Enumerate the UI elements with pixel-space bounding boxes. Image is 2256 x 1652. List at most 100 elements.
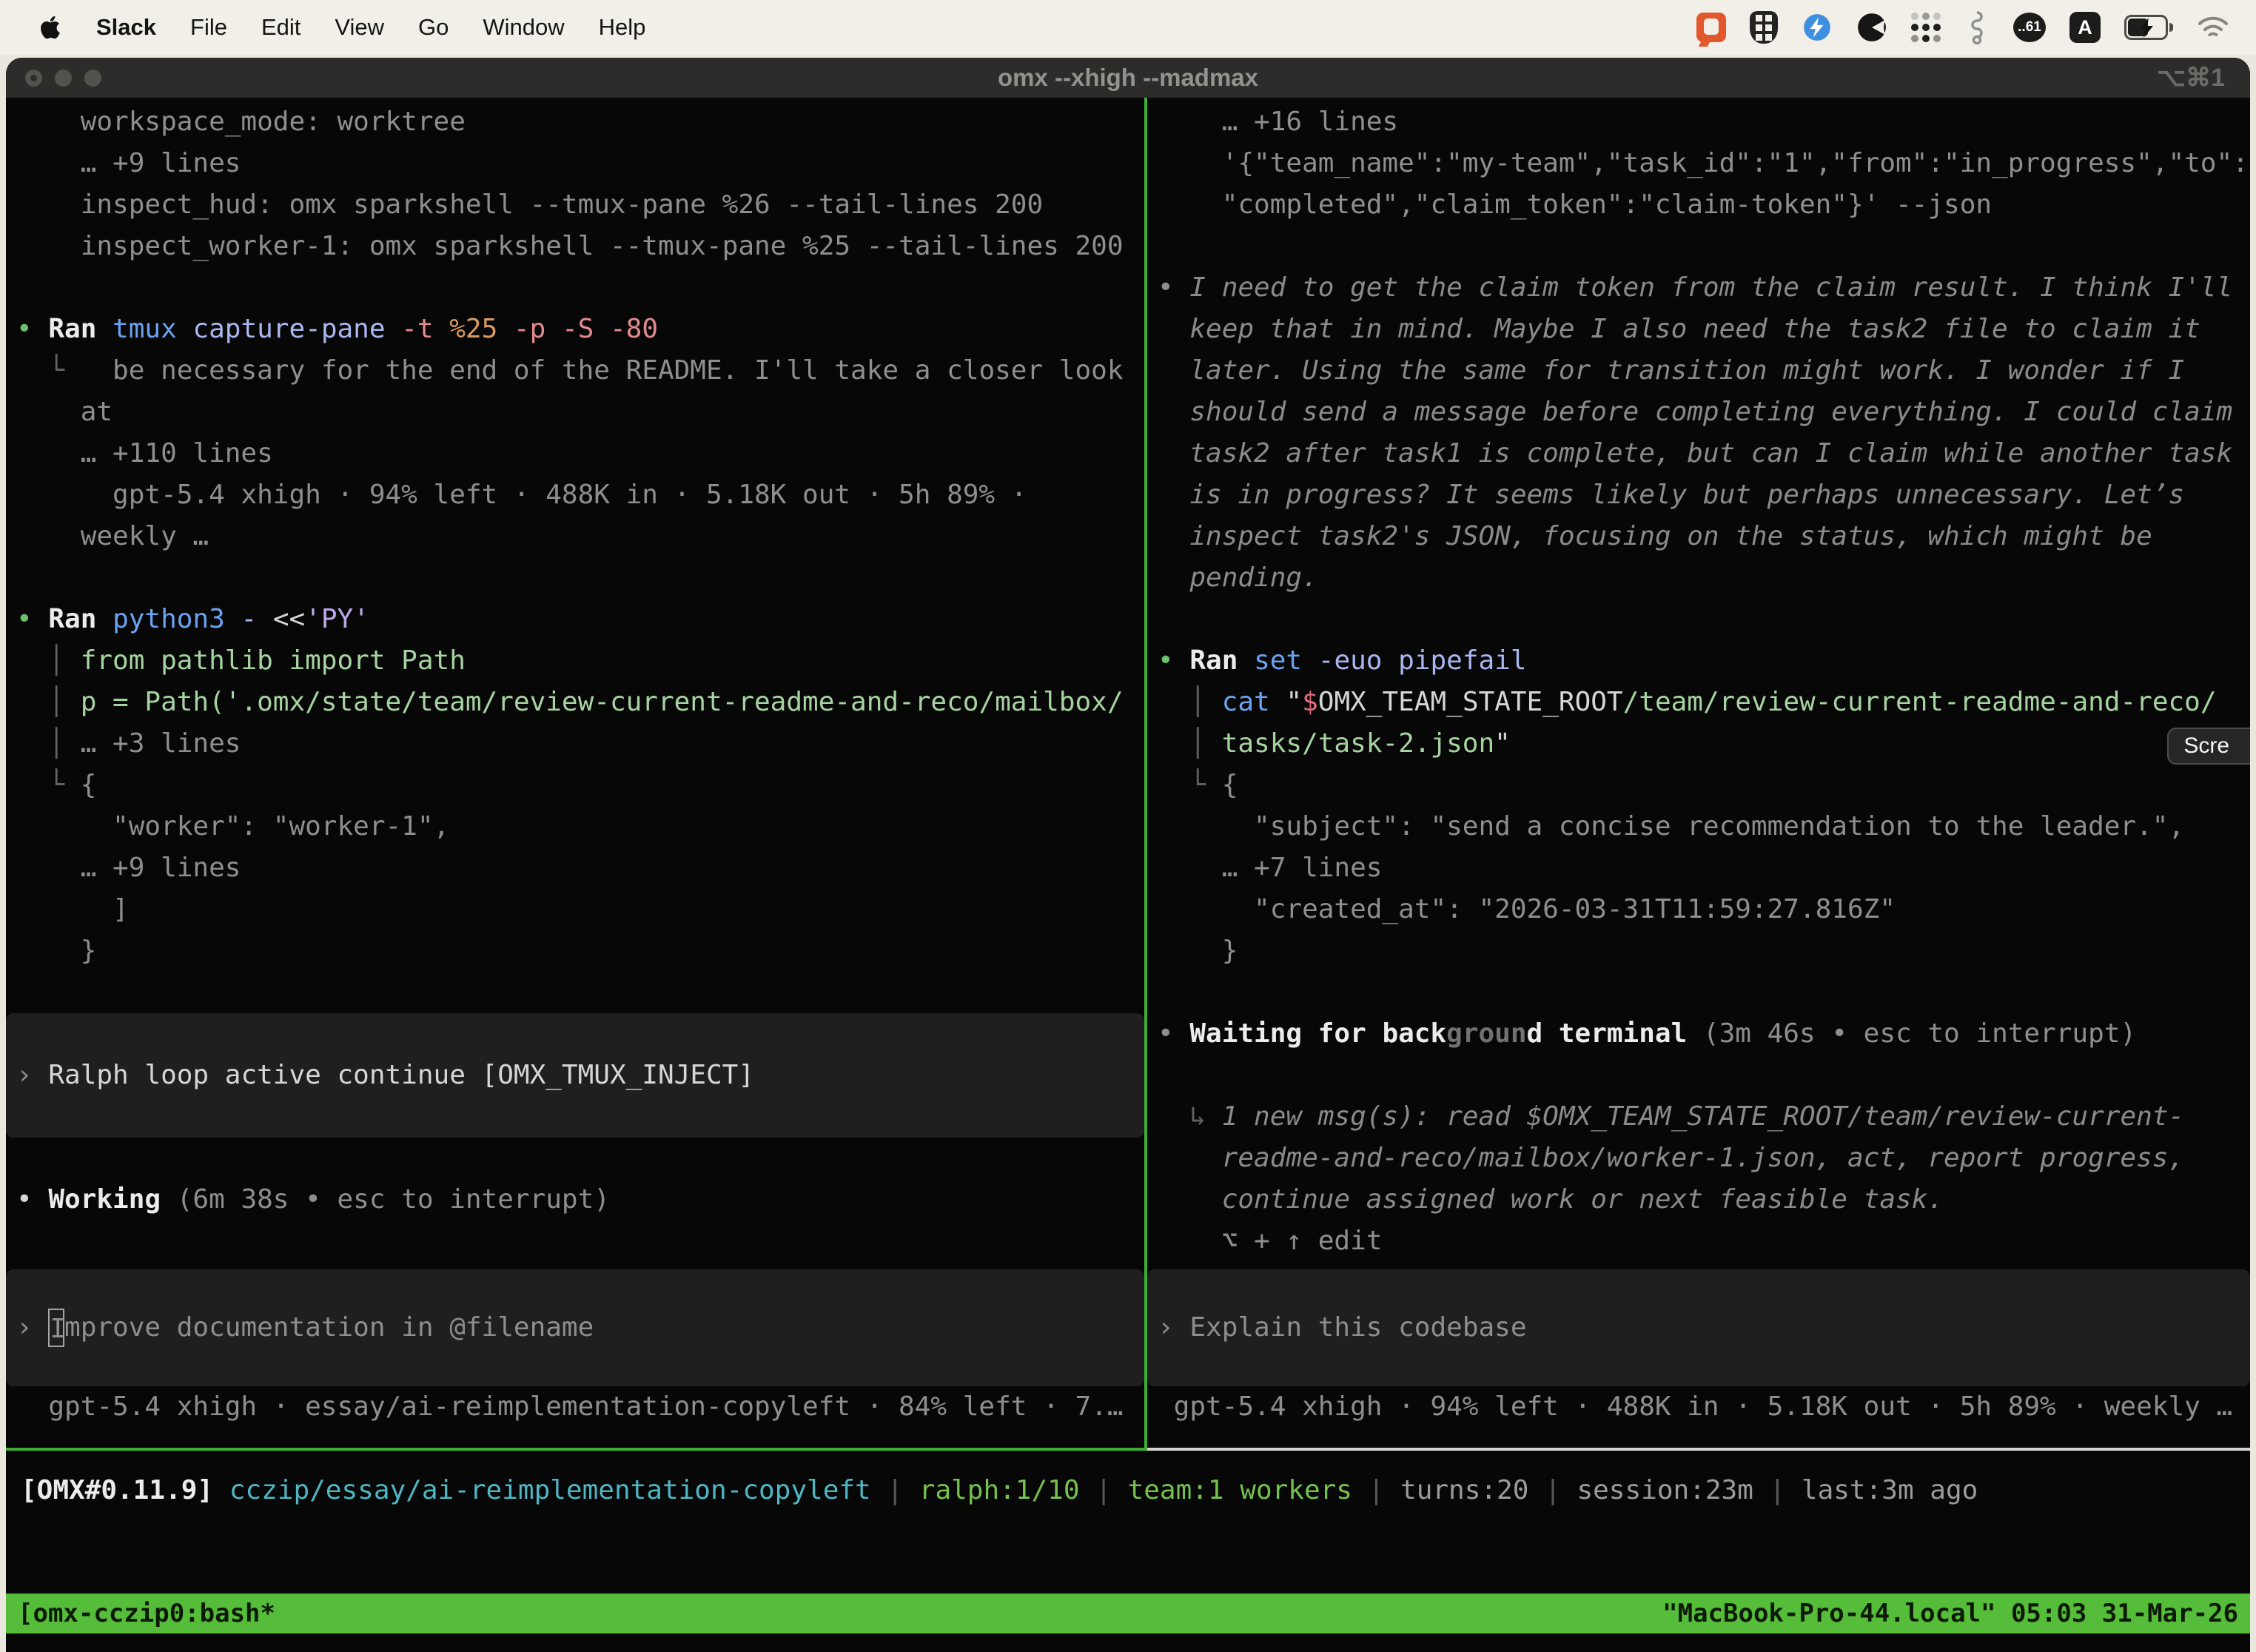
apple-menu-icon[interactable] bbox=[38, 13, 62, 41]
text-segment: … +9 lines bbox=[16, 853, 241, 883]
text-segment: Working bbox=[48, 1184, 176, 1215]
tmux-status-bar: [omx-cczip0:bash* "MacBook-Pro-44.local"… bbox=[6, 1594, 2250, 1633]
menu-item-view[interactable]: View bbox=[335, 14, 384, 41]
menu-bar: Slack File Edit View Go Window Help bbox=[0, 0, 2256, 55]
text-segment: -euo pipefail bbox=[1318, 645, 1527, 676]
menu-item-file[interactable]: File bbox=[190, 14, 227, 41]
text-segment: │ bbox=[16, 645, 81, 676]
right-pane[interactable]: … +16 lines '{"team_name":"my-team","tas… bbox=[1147, 98, 2250, 1451]
text-segment: │ bbox=[16, 728, 81, 759]
blank-line bbox=[6, 267, 1144, 309]
text-segment: d terminal bbox=[1527, 1018, 1703, 1049]
text-segment: | bbox=[1770, 1475, 1802, 1505]
text-segment: session:23m bbox=[1577, 1475, 1769, 1505]
prompt-input[interactable]: › Improve documentation in @filename bbox=[6, 1269, 1144, 1386]
title-bar[interactable]: omx --xhigh --madmax ⌥⌘1 bbox=[6, 58, 2250, 98]
tmux-session-label: [omx-cczip0:bash* bbox=[18, 1599, 275, 1628]
text-segment: -80 bbox=[610, 314, 658, 344]
close-button[interactable] bbox=[25, 70, 42, 87]
terminal-line: } bbox=[6, 930, 1144, 972]
app-menu-slack[interactable]: Slack bbox=[96, 14, 156, 41]
text-segment: "worker": "worker-1", bbox=[16, 811, 449, 842]
text-segment: weekly … bbox=[16, 521, 209, 551]
text-segment: turns:20 bbox=[1400, 1475, 1545, 1505]
menu-item-help[interactable]: Help bbox=[599, 14, 646, 41]
text-segment: ralph:1/10 bbox=[919, 1475, 1095, 1505]
terminal-line: … +9 lines bbox=[6, 143, 1144, 184]
terminal-line: "completed","claim_token":"claim-token"}… bbox=[1147, 184, 2250, 226]
terminal-line: └ { bbox=[1147, 765, 2250, 806]
text-segment: { bbox=[1222, 770, 1238, 800]
terminal-line: gpt-5.4 xhigh · 94% left · 488K in · 5.1… bbox=[1147, 1386, 2250, 1428]
text-segment: be necessary for the end of the README. … bbox=[64, 355, 1123, 386]
text-segment: … +9 lines bbox=[16, 148, 241, 178]
terminal-line: ⌥ + ↑ edit bbox=[1147, 1220, 2250, 1262]
blank-line bbox=[1147, 599, 2250, 640]
terminal-line: is in progress? It seems likely but perh… bbox=[1147, 474, 2250, 516]
text-segment: • bbox=[1158, 1018, 1189, 1049]
hook-app-icon[interactable] bbox=[1964, 10, 1990, 44]
text-segment: … +16 lines bbox=[1158, 107, 1398, 137]
text-segment: task2 after task1 is complete, but can I… bbox=[1158, 438, 2232, 469]
blank-line bbox=[6, 1220, 1144, 1262]
terminal-line: pending. bbox=[1147, 557, 2250, 599]
terminal-line: … +16 lines bbox=[1147, 101, 2250, 143]
text-segment: pending. bbox=[1158, 563, 1318, 593]
text-segment: 'PY' bbox=[305, 604, 369, 634]
text-segment: • bbox=[1158, 645, 1189, 676]
left-pane[interactable]: workspace_mode: worktree … +9 lines insp… bbox=[6, 98, 1144, 1451]
media-circle-icon[interactable] bbox=[1856, 12, 1887, 43]
input-source-icon[interactable]: A bbox=[2069, 12, 2101, 43]
zoom-button[interactable] bbox=[84, 70, 101, 87]
blank-line bbox=[1147, 1055, 2250, 1096]
ralph-loop-banner: › Ralph loop active continue [OMX_TMUX_I… bbox=[6, 1013, 1144, 1138]
wifi-icon[interactable] bbox=[2197, 15, 2229, 40]
terminal-line: inspect_worker-1: omx sparkshell --tmux-… bbox=[6, 226, 1144, 267]
text-segment: (3m 46s • esc to interrupt) bbox=[1703, 1018, 2136, 1049]
text-segment: ] bbox=[16, 894, 129, 924]
terminal-line: '{"team_name":"my-team","task_id":"1","f… bbox=[1147, 143, 2250, 184]
text-segment: Waiting for back bbox=[1189, 1018, 1446, 1049]
text-segment: 1 new msg(s): read $OMX_TEAM_STATE_ROOT/… bbox=[1222, 1101, 2184, 1132]
blank-line bbox=[1147, 972, 2250, 1013]
text-segment: Ralph loop active continue [OMX_TMUX_INJ… bbox=[48, 1060, 754, 1090]
terminal-line: › Ralph loop active continue [OMX_TMUX_I… bbox=[6, 1055, 754, 1096]
text-segment: /team/review-current-readme-and-reco/ bbox=[1623, 687, 2217, 717]
menu-item-go[interactable]: Go bbox=[418, 14, 449, 41]
badge-61-icon[interactable]: ..61 bbox=[2013, 13, 2046, 42]
text-segment: › bbox=[16, 1060, 48, 1090]
blank-line bbox=[6, 557, 1144, 599]
text-segment: from pathlib import Path bbox=[81, 645, 466, 676]
battery-charging-icon[interactable] bbox=[2124, 15, 2173, 40]
terminal-line: │ p = Path('.omx/state/team/review-curre… bbox=[6, 682, 1144, 723]
menu-item-edit[interactable]: Edit bbox=[261, 14, 301, 41]
text-segment: '{"team_name":"my-team","task_id":"1","f… bbox=[1158, 148, 2249, 178]
terminal-line: readme-and-reco/mailbox/worker-1.json, a… bbox=[1147, 1138, 2250, 1179]
dots-grid-icon[interactable] bbox=[1911, 13, 1941, 42]
terminal-line: "subject": "send a concise recommendatio… bbox=[1147, 806, 2250, 847]
menu-item-window[interactable]: Window bbox=[483, 14, 564, 41]
shield-app-icon[interactable] bbox=[1750, 11, 1778, 44]
text-segment: ⌥ + ↑ edit bbox=[1158, 1226, 1382, 1256]
text-segment: Ran bbox=[48, 604, 113, 634]
text-segment: | bbox=[1545, 1475, 1577, 1505]
text-segment: << bbox=[273, 604, 305, 634]
terminal-line: keep that in mind. Maybe I also need the… bbox=[1147, 309, 2250, 350]
chat-app-icon[interactable] bbox=[1696, 13, 1726, 42]
text-segment: later. Using the same for transition mig… bbox=[1158, 355, 2184, 386]
text-segment: ↳ bbox=[1158, 1101, 1222, 1132]
window-shortcut: ⌥⌘1 bbox=[2157, 63, 2225, 93]
prompt-input[interactable]: › Explain this codebase bbox=[1147, 1269, 2250, 1386]
blank-line bbox=[1147, 226, 2250, 267]
terminal-line: └ be necessary for the end of the README… bbox=[6, 350, 1144, 392]
terminal-line: "created_at": "2026-03-31T11:59:27.816Z" bbox=[1147, 889, 2250, 930]
text-segment: › bbox=[1158, 1312, 1189, 1343]
text-segment: " bbox=[1494, 728, 1511, 759]
bolt-badge-icon[interactable] bbox=[1802, 12, 1833, 43]
terminal-line: │ from pathlib import Path bbox=[6, 640, 1144, 682]
text-segment: python3 bbox=[113, 604, 241, 634]
terminal-line: "worker": "worker-1", bbox=[6, 806, 1144, 847]
minimize-button[interactable] bbox=[55, 70, 72, 87]
text-segment: { bbox=[81, 770, 97, 800]
terminal-line: should send a message before completing … bbox=[1147, 392, 2250, 433]
